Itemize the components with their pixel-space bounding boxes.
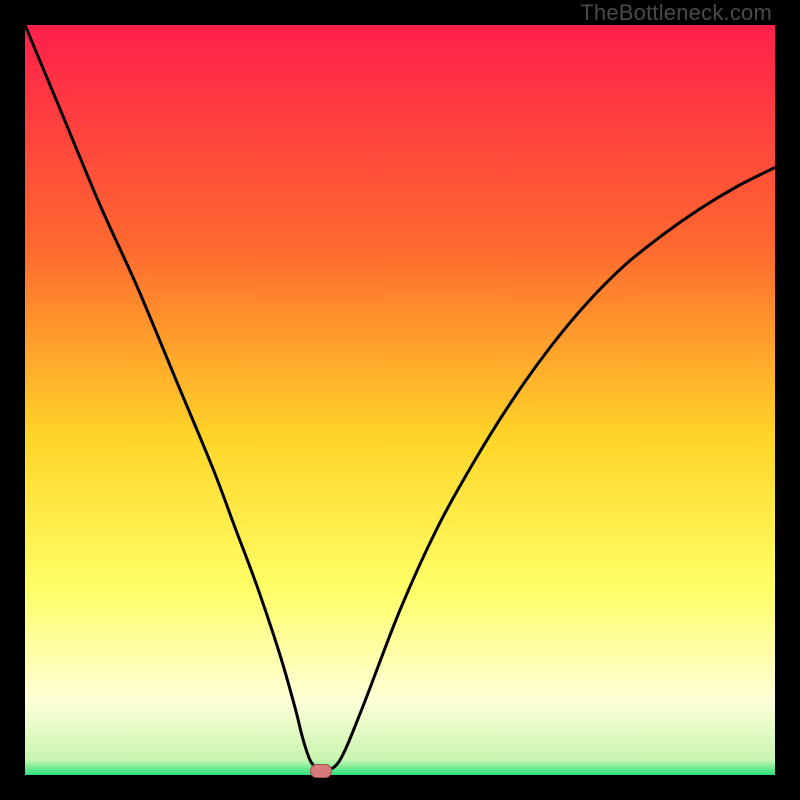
chart-frame <box>25 25 775 775</box>
bottleneck-curve <box>25 25 775 775</box>
minimum-marker <box>310 764 332 778</box>
watermark-text: TheBottleneck.com <box>580 0 772 26</box>
